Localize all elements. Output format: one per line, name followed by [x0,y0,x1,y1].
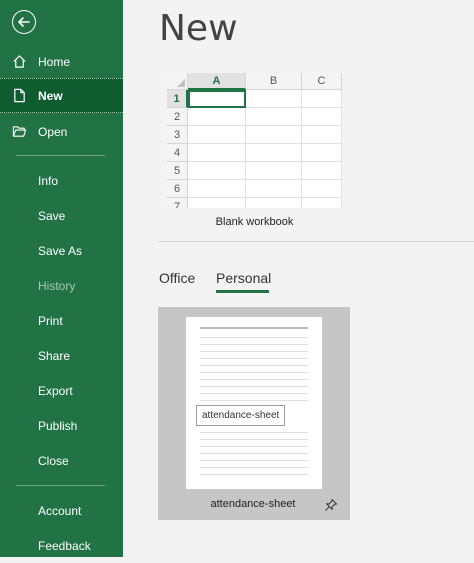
cell [246,180,302,198]
sidebar-item-label: Account [38,503,82,518]
tab-personal[interactable]: Personal [216,270,271,286]
template-preview: attendance-sheet [186,317,322,489]
cell [246,144,302,162]
pin-icon[interactable] [324,498,338,512]
cell [302,144,342,162]
select-all-corner [167,73,188,90]
cell [246,198,302,208]
cell [188,180,246,198]
tab-selected-indicator [216,290,269,293]
sidebar-item-label: Home [38,54,71,69]
cell [302,180,342,198]
sidebar-item-label: History [38,278,76,293]
row-header: 6 [167,180,188,198]
cell [188,162,246,180]
back-button[interactable] [12,10,36,34]
sidebar-item-label: Close [38,453,69,468]
sidebar-divider [16,485,105,486]
cell [302,198,342,208]
blank-workbook-thumbnail[interactable]: A B C 1 2 3 4 5 6 7 [167,73,342,208]
cell [246,90,302,108]
main-panel: New A B C 1 2 3 4 5 6 7 Blank workbook O… [123,0,474,557]
sidebar-item-print[interactable]: Print [0,303,123,338]
row-header: 2 [167,108,188,126]
sidebar-item-label: Print [38,313,63,328]
column-header: A [188,73,246,90]
cell [246,126,302,144]
template-tooltip: attendance-sheet [196,405,286,426]
sidebar-item-save-as[interactable]: Save As [0,233,123,268]
sidebar-item-home[interactable]: Home [0,44,123,79]
template-card-attendance-sheet[interactable]: attendance-sheet attendance-sheet [158,307,350,520]
column-header: B [246,73,302,90]
cell [302,126,342,144]
sidebar-item-label: Publish [38,418,78,433]
sidebar-item-label: Open [38,124,68,139]
back-arrow-icon [18,17,30,27]
open-folder-icon [0,124,38,139]
cell [188,108,246,126]
section-divider [159,241,474,242]
sidebar-item-new[interactable]: New [0,78,123,113]
new-document-icon [0,88,38,103]
cell [188,198,246,208]
active-cell [188,90,246,108]
sidebar-item-label: Feedback [38,538,91,553]
column-header: C [302,73,342,90]
sidebar-item-close[interactable]: Close [0,443,123,478]
sidebar-item-share[interactable]: Share [0,338,123,373]
cell [302,90,342,108]
sidebar-item-feedback[interactable]: Feedback [0,528,123,563]
sidebar-item-save[interactable]: Save [0,198,123,233]
tab-office[interactable]: Office [159,270,195,286]
cell [246,162,302,180]
sidebar-item-label: Info [38,173,59,188]
backstage-sidebar: Home New Open Info Save Save As History … [0,0,123,557]
sidebar-item-label: New [38,88,63,103]
cell [188,144,246,162]
row-header: 1 [167,90,188,108]
sidebar-item-export[interactable]: Export [0,373,123,408]
sidebar-item-label: Share [38,348,71,363]
sidebar-item-account[interactable]: Account [0,493,123,528]
sidebar-item-label: Save [38,208,66,223]
cell [246,108,302,126]
sidebar-item-info[interactable]: Info [0,163,123,198]
sidebar-item-open[interactable]: Open [0,114,123,149]
sidebar-item-publish[interactable]: Publish [0,408,123,443]
page-title: New [159,8,238,49]
template-name: attendance-sheet [210,498,296,510]
row-header: 3 [167,126,188,144]
cell [302,162,342,180]
sidebar-item-history: History [0,268,123,303]
sidebar-divider [16,155,105,156]
sidebar-item-label: Export [38,383,73,398]
cell [302,108,342,126]
sidebar-item-label: Save As [38,243,83,258]
blank-workbook-label[interactable]: Blank workbook [167,216,342,228]
row-header: 7 [167,198,188,208]
row-header: 4 [167,144,188,162]
row-header: 5 [167,162,188,180]
cell [188,126,246,144]
home-icon [0,54,38,69]
